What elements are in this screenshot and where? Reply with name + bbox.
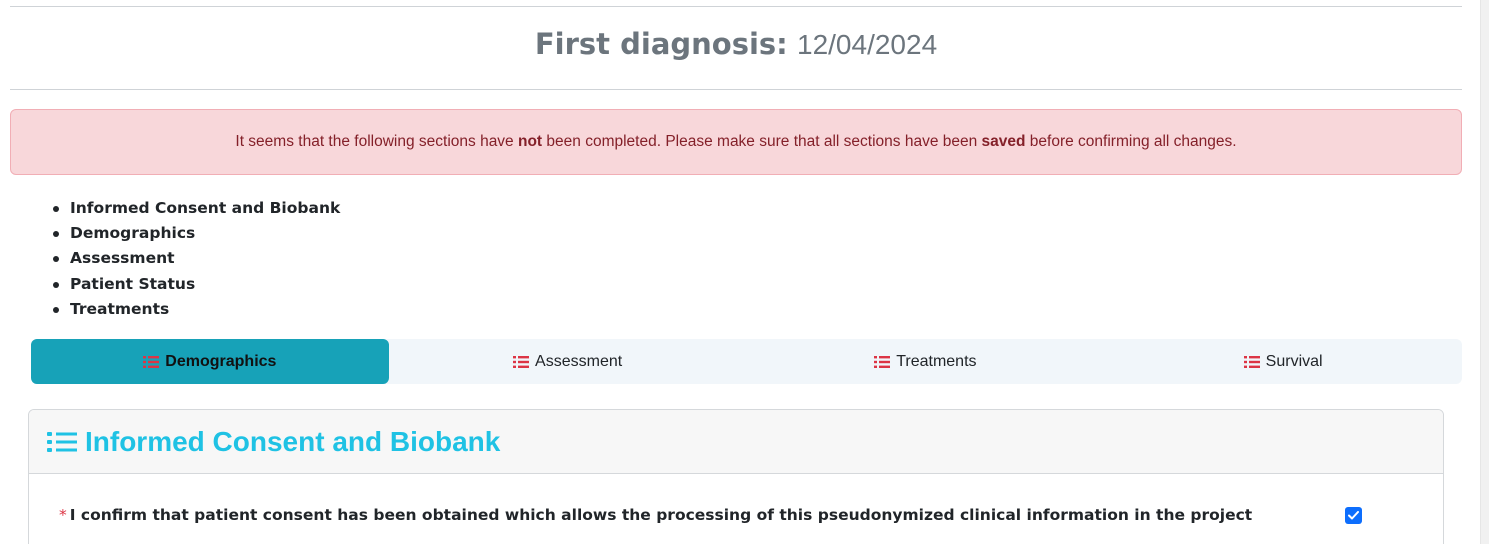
tab-label: Survival [1265,352,1323,370]
alert-bold-saved: saved [981,133,1026,150]
tab-survival[interactable]: Survival [1104,339,1462,384]
tab-label: Treatments [896,352,977,370]
top-divider [10,6,1462,7]
diagnosis-date: 12/04/2024 [797,29,938,60]
list-icon [874,355,891,368]
section-title: Informed Consent and Biobank [85,425,501,457]
alert-text-1: It seems that the following sections hav… [235,133,518,150]
list-item: Treatments [52,297,340,322]
list-item: Demographics [52,221,340,246]
required-marker: * [59,506,67,524]
scrollbar[interactable] [1480,0,1489,544]
tab-treatments[interactable]: Treatments [747,339,1105,384]
tab-assessment[interactable]: Assessment [389,339,747,384]
consent-question: * I confirm that patient consent has bee… [59,506,1252,524]
pending-sections-list: Informed Consent and Biobank Demographic… [52,196,340,322]
list-icon [143,355,160,368]
title-divider [10,89,1462,90]
list-icon [47,431,77,452]
consent-checkbox[interactable] [1345,507,1362,524]
informed-consent-card: Informed Consent and Biobank * I confirm… [28,409,1444,544]
list-icon [513,355,530,368]
alert-bold-not: not [518,133,543,150]
page-title: First diagnosis: 12/04/2024 [10,25,1462,64]
section-tabs: Demographics Assessment Treatments Survi… [31,339,1462,384]
consent-label: I confirm that patient consent has been … [69,506,1253,524]
tab-demographics[interactable]: Demographics [31,339,389,384]
incomplete-sections-alert: It seems that the following sections hav… [10,109,1462,175]
list-item: Informed Consent and Biobank [52,196,340,221]
alert-text-2: been completed. Please make sure that al… [542,133,982,150]
tab-label: Assessment [535,352,623,370]
checkmark-icon [1348,511,1359,520]
list-item: Patient Status [52,272,340,297]
card-header: Informed Consent and Biobank [29,410,1443,474]
tab-label: Demographics [165,352,277,370]
list-icon [1243,355,1260,368]
list-item: Assessment [52,246,340,271]
alert-text-3: before confirming all changes. [1025,133,1237,150]
diagnosis-label: First diagnosis: [534,27,788,61]
